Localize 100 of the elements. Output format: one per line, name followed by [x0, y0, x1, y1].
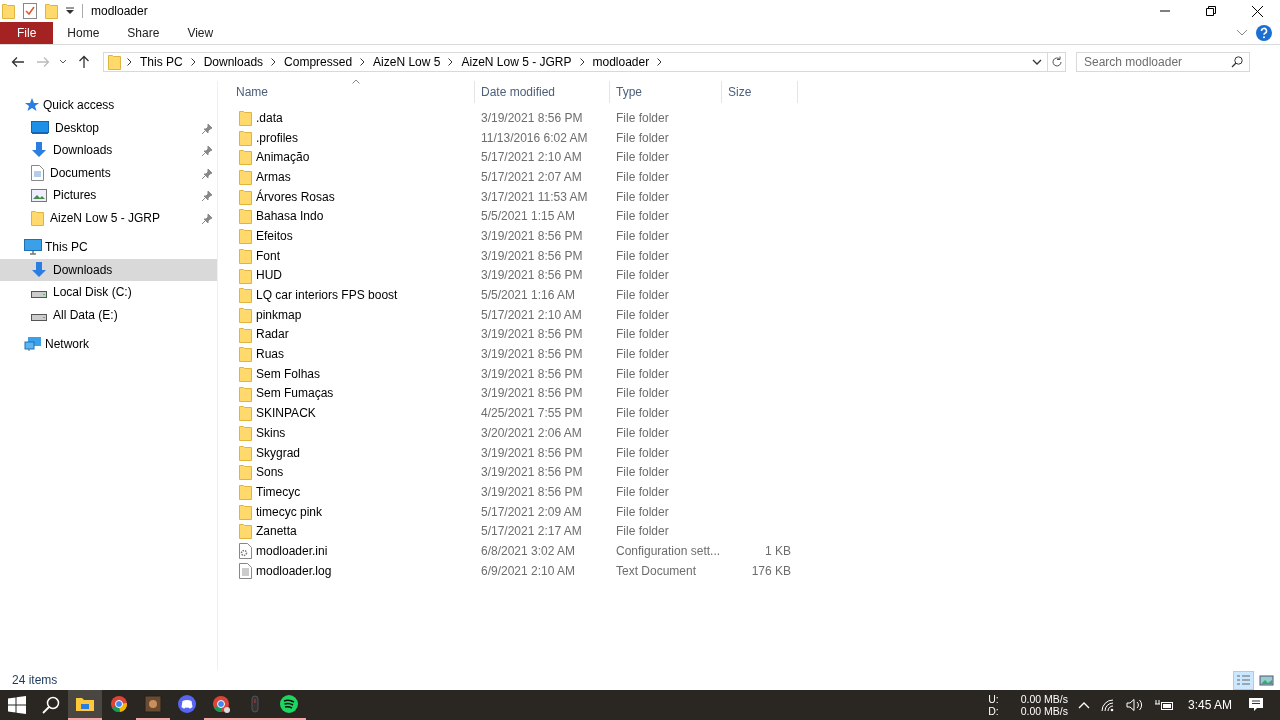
file-name[interactable]: modloader.log: [230, 563, 475, 578]
chevron-up-icon[interactable]: [1077, 701, 1090, 709]
folder-icon: [239, 306, 252, 323]
wifi-icon[interactable]: [1099, 698, 1116, 712]
file-name[interactable]: Font: [230, 248, 475, 263]
table-cell-text: 11/13/2016 6:02 AM: [480, 130, 589, 145]
table-cell-text: File folder: [615, 228, 670, 243]
file-name[interactable]: .data: [230, 110, 475, 125]
speaker-icon[interactable]: [1125, 698, 1144, 712]
breadcrumb-item[interactable]: AizeN Low 5 - JGRP: [461, 55, 572, 69]
ribbon-tab[interactable]: Home: [53, 22, 114, 44]
address-bar[interactable]: This PC Downloads Compressed AizeN Low 5 AizeN Low 5 - JGRP modloader: [103, 52, 1048, 72]
search-field[interactable]: Search modloader: [1076, 52, 1250, 72]
breadcrumb-item[interactable]: AizeN Low 5: [373, 55, 441, 69]
navigation-item[interactable]: Pictures: [0, 184, 217, 207]
file-name[interactable]: Sem Fumaças: [230, 386, 475, 401]
navigation-item[interactable]: This PC: [0, 236, 217, 259]
expand-ribbon-icon[interactable]: [1236, 29, 1248, 37]
chevron-right-icon[interactable]: [448, 58, 454, 66]
refresh-button[interactable]: [1048, 52, 1066, 72]
chevron-right-icon[interactable]: [657, 58, 663, 66]
chevron-right-icon[interactable]: [579, 58, 585, 66]
navigation-item[interactable]: Downloads: [0, 258, 217, 281]
back-arrow-icon[interactable]: [11, 56, 25, 68]
speed-label: U:: [988, 693, 999, 705]
chevron-right-icon[interactable]: [190, 58, 196, 66]
breadcrumb-item[interactable]: This PC: [140, 55, 183, 69]
table-cell-text: File folder: [615, 169, 670, 184]
table-cell-text: Configuration sett...: [615, 543, 722, 558]
folder-icon: [239, 208, 252, 225]
file-name[interactable]: LQ car interiors FPS boost: [230, 288, 475, 303]
file-name[interactable]: HUD: [230, 268, 475, 283]
folder-icon: [31, 209, 44, 226]
file-name[interactable]: Timecyc: [230, 484, 475, 499]
navigation-item[interactable]: All Data (E:): [0, 303, 217, 326]
file-name[interactable]: Armas: [230, 169, 475, 184]
file-name[interactable]: Efeitos: [230, 228, 475, 243]
table-cell-text: 6/8/2021 3:02 AM: [480, 543, 577, 558]
file-name[interactable]: Árvores Rosas: [230, 189, 475, 204]
breadcrumb-item[interactable]: Compressed: [284, 55, 353, 69]
table-cell-text: 3/19/2021 8:56 PM: [480, 484, 584, 499]
details-view-icon: [1235, 672, 1252, 688]
navigation-item[interactable]: Quick access: [0, 94, 217, 117]
column-header[interactable]: Name: [230, 81, 475, 103]
ribbon-tab[interactable]: Share: [113, 22, 174, 44]
window-title: modloader: [91, 4, 148, 18]
table-cell-text: 5/5/2021 1:16 AM: [480, 288, 577, 303]
recent-locations-icon[interactable]: [59, 59, 67, 65]
file-name[interactable]: Radar: [230, 327, 475, 342]
chevron-right-icon[interactable]: [360, 58, 366, 66]
speed-value: 0.00 MB/s: [1020, 693, 1068, 705]
navigation-item[interactable]: Network: [0, 333, 217, 356]
navigation-item[interactable]: Documents: [0, 161, 217, 184]
file-name[interactable]: Animação: [230, 150, 475, 165]
table-cell-text: File folder: [615, 130, 670, 145]
file-name[interactable]: timecyc pink: [230, 504, 475, 519]
table-cell-text: 3/19/2021 8:56 PM: [480, 347, 584, 362]
table-cell-text: 5/17/2021 2:07 AM: [480, 169, 583, 184]
dropdown-icon[interactable]: [1032, 59, 1042, 65]
chevron-right-icon[interactable]: [271, 58, 277, 66]
table-cell-text: 5/17/2021 2:10 AM: [480, 307, 583, 322]
file-name[interactable]: modloader.ini: [230, 543, 475, 558]
file-name[interactable]: Skins: [230, 425, 475, 440]
navigation-item[interactable]: Local Disk (C:): [0, 281, 217, 304]
customize-icon[interactable]: [66, 7, 74, 15]
folder-icon: [239, 110, 252, 126]
file-name[interactable]: Sons: [230, 465, 475, 480]
breadcrumb-item[interactable]: Downloads: [203, 55, 264, 69]
battery-icon[interactable]: [1153, 699, 1174, 711]
up-arrow-icon[interactable]: [78, 55, 90, 69]
breadcrumb-item[interactable]: modloader: [592, 55, 650, 69]
file-name[interactable]: Sem Folhas: [230, 366, 475, 381]
restore-icon: [1206, 6, 1216, 16]
refresh-icon: [1050, 56, 1063, 68]
properties-icon[interactable]: [23, 3, 37, 19]
column-header[interactable]: Type: [610, 81, 722, 103]
navigation-item[interactable]: AizeN Low 5 - JGRP: [0, 206, 217, 229]
file-name[interactable]: Skygrad: [230, 445, 475, 460]
table-cell-text: 3/19/2021 8:56 PM: [480, 248, 584, 263]
file-name[interactable]: pinkmap: [230, 307, 475, 322]
ribbon-tab[interactable]: View: [173, 22, 228, 44]
help-icon[interactable]: [1256, 25, 1272, 41]
table-cell-text: 3/19/2021 8:56 PM: [480, 386, 584, 401]
file-name[interactable]: SKINPACK: [230, 406, 475, 421]
navigation-item[interactable]: Downloads: [0, 139, 217, 162]
navigation-item[interactable]: Desktop: [0, 116, 217, 139]
column-header[interactable]: Date modified: [475, 81, 610, 103]
computer-icon: [24, 239, 42, 256]
notification-icon[interactable]: [1248, 697, 1264, 713]
table-cell-text: File folder: [615, 504, 670, 519]
file-menu-tab[interactable]: File: [0, 22, 54, 44]
clock-time[interactable]: 3:45 AM: [1187, 698, 1232, 712]
file-name[interactable]: Ruas: [230, 347, 475, 362]
file-name[interactable]: .profiles: [230, 130, 475, 145]
taskbar-app-button[interactable]: [68, 690, 102, 720]
file-name[interactable]: Zanetta: [230, 524, 475, 539]
column-header[interactable]: Size: [722, 81, 798, 103]
settings-file-icon: [239, 543, 252, 560]
chevron-right-icon[interactable]: [127, 58, 132, 66]
file-name[interactable]: Bahasa Indo: [230, 209, 475, 224]
